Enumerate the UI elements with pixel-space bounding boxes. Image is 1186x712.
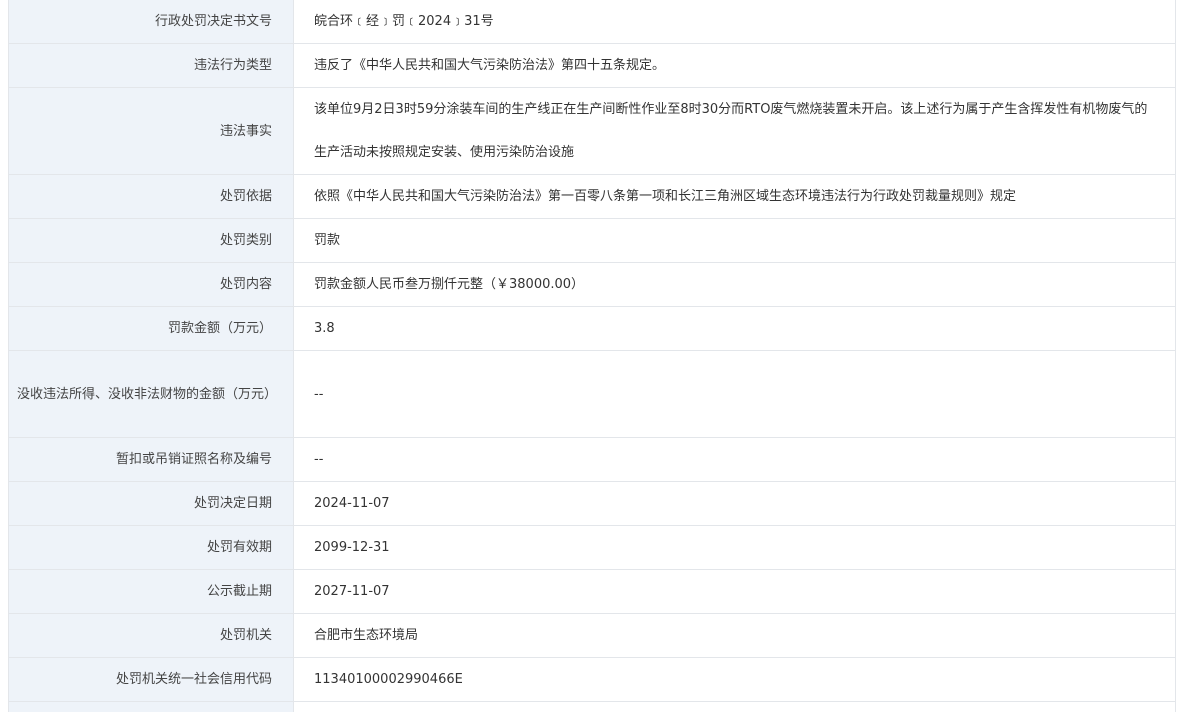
field-value: 罚款金额人民币叁万捌仟元整（￥38000.00）	[293, 262, 1176, 307]
penalty-info-panel: 行政处罚决定书文号 皖合环﹝经﹞罚﹝2024﹞31号 违法行为类型 违反了《中华…	[8, 0, 1176, 712]
table-row-penalty-authority: 处罚机关 合肥市生态环境局	[8, 613, 1176, 658]
field-label: 处罚内容	[8, 262, 294, 307]
field-value: 该单位9月2日3时59分涂装车间的生产线正在生产间断性作业至8时30分而RTO废…	[293, 87, 1176, 175]
table-row-confiscation-amount: 没收违法所得、没收非法财物的金额（万元） --	[8, 350, 1176, 438]
table-row-validity-period: 处罚有效期 2099-12-31	[8, 525, 1176, 570]
table-row-license-revocation: 暂扣或吊销证照名称及编号 --	[8, 437, 1176, 482]
table-row-penalty-category: 处罚类别 罚款	[8, 218, 1176, 263]
field-label: 公示截止期	[8, 569, 294, 614]
table-row-credit-code: 处罚机关统一社会信用代码 11340100002990466E	[8, 657, 1176, 702]
field-value: 2099-12-31	[293, 525, 1176, 570]
table-row-decision-date: 处罚决定日期 2024-11-07	[8, 481, 1176, 526]
field-label: 处罚类别	[8, 218, 294, 263]
table-row-decision-number: 行政处罚决定书文号 皖合环﹝经﹞罚﹝2024﹞31号	[8, 0, 1176, 44]
field-label: 违法事实	[8, 87, 294, 175]
field-label: 处罚决定日期	[8, 481, 294, 526]
field-label: 处罚有效期	[8, 525, 294, 570]
fact-line: 该单位9月2日3时59分涂装车间的生产线正在生产间断性作业至8时30分而RTO废…	[314, 102, 1148, 117]
table-row-violation-facts: 违法事实 该单位9月2日3时59分涂装车间的生产线正在生产间断性作业至8时30分…	[8, 87, 1176, 175]
field-value: --	[293, 350, 1176, 438]
field-value: 依照《中华人民共和国大气污染防治法》第一百零八条第一项和长江三角洲区域生态环境违…	[293, 174, 1176, 219]
table-row-fine-amount: 罚款金额（万元） 3.8	[8, 306, 1176, 351]
field-label: 处罚机关	[8, 613, 294, 658]
field-label: 罚款金额（万元）	[8, 306, 294, 351]
field-value: 2024-11-07	[293, 481, 1176, 526]
field-label: 没收违法所得、没收非法财物的金额（万元）	[8, 350, 294, 438]
field-value: 罚款	[293, 218, 1176, 263]
field-value: 11340100002990466E	[293, 657, 1176, 702]
table-row-violation-type: 违法行为类型 违反了《中华人民共和国大气污染防治法》第四十五条规定。	[8, 43, 1176, 88]
table-row-penalty-basis: 处罚依据 依照《中华人民共和国大气污染防治法》第一百零八条第一项和长江三角洲区域…	[8, 174, 1176, 219]
field-value: 3.8	[293, 306, 1176, 351]
field-value: 2027-11-07	[293, 569, 1176, 614]
table-row-publicity-deadline: 公示截止期 2027-11-07	[8, 569, 1176, 614]
table-row-partial	[8, 701, 1176, 712]
fact-line: 生产活动未按照规定安装、使用污染防治设施	[314, 145, 575, 160]
field-label	[8, 701, 294, 712]
table-row-penalty-content: 处罚内容 罚款金额人民币叁万捌仟元整（￥38000.00）	[8, 262, 1176, 307]
field-label: 行政处罚决定书文号	[8, 0, 294, 44]
field-label: 处罚机关统一社会信用代码	[8, 657, 294, 702]
field-label: 违法行为类型	[8, 43, 294, 88]
field-label: 暂扣或吊销证照名称及编号	[8, 437, 294, 482]
field-value: 合肥市生态环境局	[293, 613, 1176, 658]
field-label: 处罚依据	[8, 174, 294, 219]
field-value: --	[293, 437, 1176, 482]
field-value: 皖合环﹝经﹞罚﹝2024﹞31号	[293, 0, 1176, 44]
penalty-detail-table: 行政处罚决定书文号 皖合环﹝经﹞罚﹝2024﹞31号 违法行为类型 违反了《中华…	[8, 0, 1176, 712]
field-value	[293, 701, 1176, 712]
field-value: 违反了《中华人民共和国大气污染防治法》第四十五条规定。	[293, 43, 1176, 88]
